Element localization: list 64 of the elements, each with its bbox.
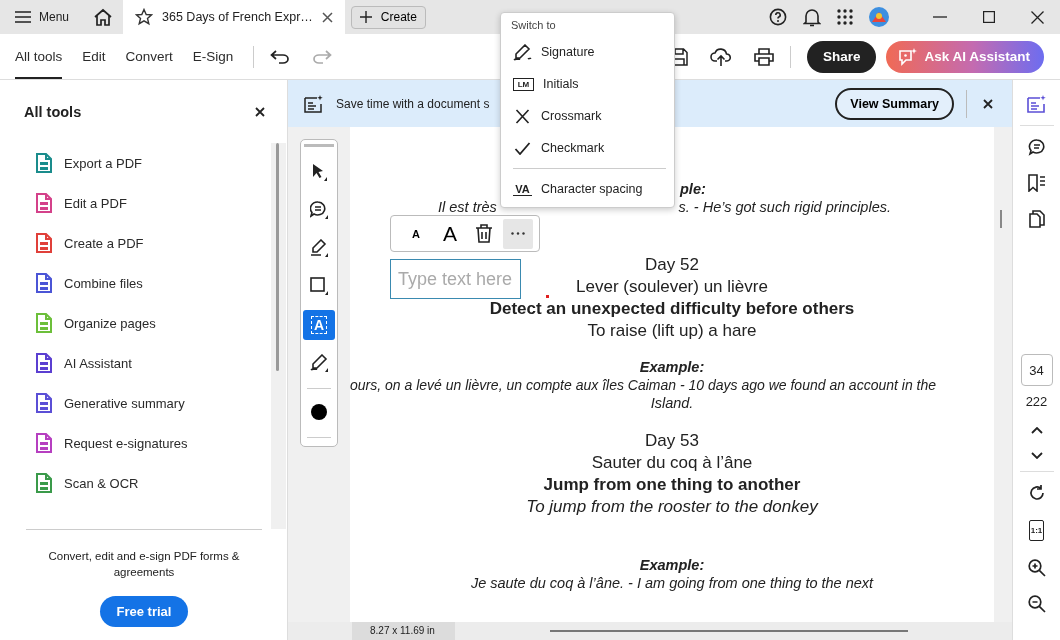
tool-item[interactable]: Organize pages: [35, 303, 271, 343]
tool-item[interactable]: Edit a PDF: [35, 183, 271, 223]
actual-size-icon[interactable]: 1:1: [1028, 520, 1045, 541]
menu-button[interactable]: Menu: [15, 3, 76, 31]
nav-tab[interactable]: Convert: [125, 34, 173, 79]
tool-label: AI Assistant: [64, 355, 132, 371]
text-box-icon: A: [310, 315, 328, 334]
free-trial-button[interactable]: Free trial: [99, 596, 189, 627]
menu-item[interactable]: Signature: [501, 36, 674, 68]
literal-translation: To jump from the rooster to the donkey: [526, 497, 818, 516]
expression-meaning: Jump from one thing to another: [543, 475, 801, 494]
example-label: Example:: [639, 557, 705, 573]
example-sentence: Il est très: [438, 198, 497, 216]
banner-text: Save time with a document s: [336, 96, 490, 111]
document-tab[interactable]: 365 Days of French Expr…: [123, 0, 345, 34]
tool-item[interactable]: Create a PDF: [35, 223, 271, 263]
tool-item[interactable]: Combine files: [35, 263, 271, 303]
increase-font-button[interactable]: A: [435, 218, 465, 249]
nav-tab[interactable]: E-Sign: [192, 34, 234, 79]
tool-label: Export a PDF: [64, 155, 143, 171]
page-number-field[interactable]: 34: [1020, 354, 1053, 386]
menu-heading: Switch to: [510, 19, 557, 31]
decrease-font-button[interactable]: A: [401, 218, 431, 249]
example-label: ple:: [680, 181, 706, 197]
expression-meaning: Detect an unexpected difficulty before others: [489, 299, 855, 318]
page-count: 222: [1025, 394, 1048, 409]
text-input-field[interactable]: Type text here: [390, 259, 521, 299]
tool-item[interactable]: Scan & OCR: [35, 463, 271, 503]
create-button[interactable]: Create: [350, 5, 426, 29]
tool-label: Scan & OCR: [64, 475, 139, 491]
panel-title: All tools: [24, 103, 82, 120]
menu-item[interactable]: Crossmark: [501, 100, 674, 132]
menu-item[interactable]: VA Character spacing: [501, 173, 674, 205]
day-heading: Day 53: [645, 431, 699, 450]
french-expression: Lever (soulever) un lièvre: [576, 277, 768, 296]
tool-label: Request e-signatures: [64, 435, 188, 451]
french-expression: Sauter du coq à l’âne: [591, 453, 753, 472]
example-sentence: ours, on a levé un lièvre, un compte aux îles Caiman - 10 days ago we found an account in the: [350, 377, 937, 393]
document-title: 365 Days of French Expr…: [162, 10, 313, 24]
nav-tab[interactable]: Edit: [82, 34, 106, 79]
tool-item[interactable]: Request e-signatures: [35, 423, 271, 463]
tool-label: Combine files: [64, 275, 143, 291]
nav-tab[interactable]: All tools: [15, 34, 63, 79]
tool-label: Create a PDF: [64, 235, 144, 251]
menu-item[interactable]: Checkmark: [501, 132, 674, 164]
share-button[interactable]: Share: [806, 40, 877, 73]
day-heading: Day 52: [645, 255, 699, 274]
example-label: Example:: [639, 359, 705, 375]
example-sentence: Je saute du coq à l’âne. - I am going from one thing to the next: [470, 575, 874, 591]
tool-label: Organize pages: [64, 315, 156, 331]
example-sentence: s. - He’s got such rigid principles.: [678, 198, 891, 216]
view-summary-button[interactable]: View Summary: [835, 87, 954, 120]
promo-text: Convert, edit and e-sign PDF forms & agreements: [47, 549, 241, 580]
tool-item[interactable]: AI Assistant: [35, 343, 271, 383]
tool-label: Edit a PDF: [64, 195, 127, 211]
menu-item[interactable]: LM Initials: [501, 68, 674, 100]
tool-item[interactable]: Generative summary: [35, 383, 271, 423]
tool-button[interactable]: A: [303, 309, 335, 340]
tool-label: Generative summary: [64, 395, 185, 411]
initials-icon: LM: [513, 77, 534, 91]
example-sentence: Island.: [650, 395, 694, 411]
tool-item[interactable]: Export a PDF: [35, 143, 271, 183]
literal-translation: To raise (lift up) a hare: [587, 321, 757, 340]
page-size: 8.27 x 11.69 in: [352, 622, 455, 640]
